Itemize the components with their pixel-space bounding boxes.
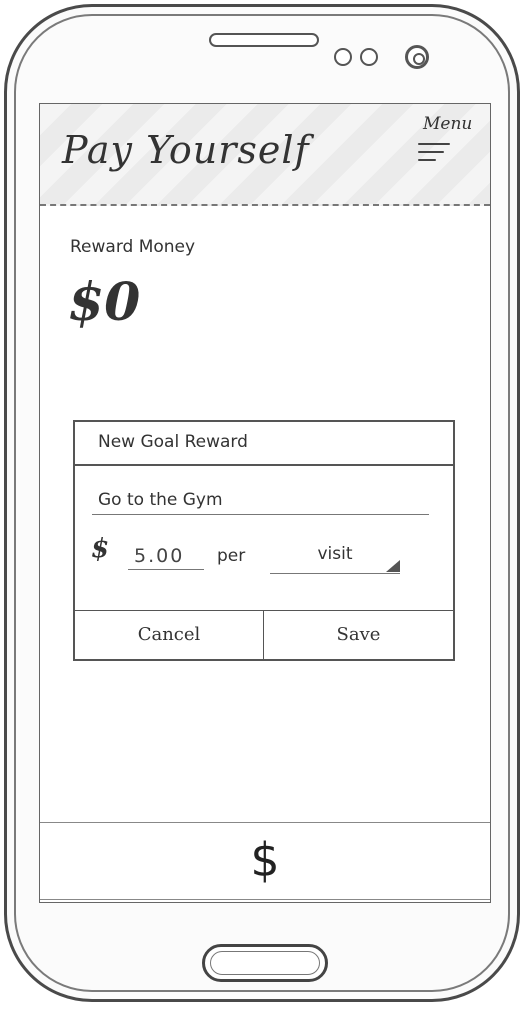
currency-symbol: $ [91, 534, 110, 564]
save-button[interactable]: Save [264, 611, 453, 659]
dialog-title: New Goal Reward [98, 432, 248, 452]
phone-camera-icon [405, 45, 429, 69]
reward-unit-select[interactable]: visit [270, 540, 400, 574]
dialog-footer: Cancel Save [75, 610, 453, 659]
reward-money-label: Reward Money [70, 237, 196, 257]
cancel-button[interactable]: Cancel [75, 611, 264, 659]
phone-home-button[interactable] [202, 944, 328, 982]
goal-name-input[interactable] [92, 485, 429, 515]
app-header: Pay Yourself Menu [40, 104, 490, 206]
dropdown-arrow-icon [386, 560, 400, 572]
app-screen: Pay Yourself Menu Reward Money $0 New Go… [39, 103, 491, 903]
hamburger-menu-icon[interactable] [418, 141, 452, 165]
phone-sensor-icon [334, 48, 352, 66]
menu-label[interactable]: Menu [423, 114, 472, 134]
reward-amount-input[interactable] [128, 542, 204, 570]
bottom-nav-bar: $ [40, 822, 490, 900]
phone-sensor-icon [360, 48, 378, 66]
phone-speaker [209, 33, 319, 47]
dollar-icon[interactable]: $ [40, 833, 490, 887]
new-goal-reward-dialog: New Goal Reward $ per visit Cancel Save [73, 420, 455, 661]
reward-unit-value: visit [317, 544, 353, 564]
dialog-title-bar: New Goal Reward [75, 422, 453, 466]
per-label: per [217, 546, 246, 566]
app-title: Pay Yourself [62, 128, 310, 172]
reward-money-amount: $0 [68, 272, 141, 333]
